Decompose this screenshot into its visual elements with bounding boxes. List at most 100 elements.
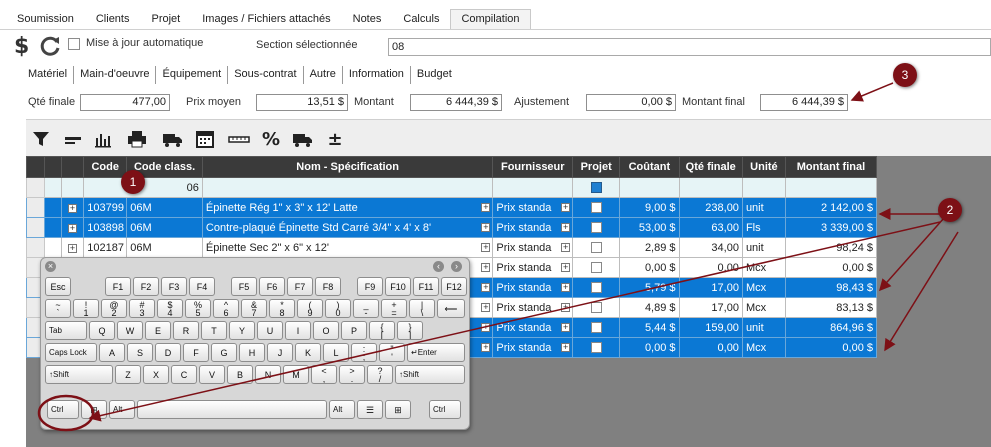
key-f8[interactable]: F8 [315,277,341,296]
keyboard-forward-icon[interactable]: › [451,261,462,272]
key-num-13[interactable]: | \ [409,299,435,318]
key-quote[interactable]: " ' [379,343,405,362]
cell-unit[interactable]: Mcx [741,257,786,278]
cell-supplier[interactable]: Prix standa + [492,217,574,238]
key-a[interactable]: A [99,343,125,362]
key-num-1[interactable]: ! 1 [73,299,99,318]
key-u[interactable]: U [257,321,283,340]
key-enter[interactable]: ↵Enter [407,343,465,362]
cell-cost[interactable]: 9,00 $ [619,197,680,218]
key-e[interactable]: E [145,321,171,340]
name-expand-icon[interactable]: + [481,203,491,212]
col-qty[interactable]: Qté finale [678,156,743,178]
key-h[interactable]: H [239,343,265,362]
keyboard-close-icon[interactable]: × [45,261,56,272]
cell-unit[interactable]: unit [741,197,786,218]
tab-clients[interactable]: Clients [85,9,141,29]
plus-minus-icon[interactable]: ± [324,128,346,150]
subtab-5[interactable]: Information [343,66,411,84]
cell-code-class[interactable]: 06M [126,197,203,218]
key-num-2[interactable]: @2 [101,299,127,318]
cell-amount[interactable]: 98,43 $ [784,277,878,298]
tab-projet[interactable]: Projet [140,9,191,29]
col-project[interactable]: Projet [572,156,621,178]
key-f11[interactable]: F11 [413,277,439,296]
subtab-2[interactable]: Équipement [156,66,229,84]
key-num-3[interactable]: #3 [129,299,155,318]
supplier-expand-icon[interactable]: + [561,263,571,272]
key-space[interactable] [137,400,327,419]
refresh-icon[interactable] [38,34,62,61]
cell-supplier[interactable]: Prix standa + [492,197,574,218]
section-input[interactable]: 08 [388,38,991,56]
key-g[interactable]: G [211,343,237,362]
key-f5[interactable]: F5 [231,277,257,296]
key-v[interactable]: V [199,365,225,384]
name-expand-icon[interactable]: + [481,303,491,312]
key-comma[interactable]: <, [311,365,337,384]
key-right-shift[interactable]: ↑Shift [395,365,465,384]
cell-name[interactable]: Épinette Sec 2" x 6" x 12' + [201,237,494,258]
key-b[interactable]: B [227,365,253,384]
tab-notes[interactable]: Notes [342,9,393,29]
cell-supplier[interactable]: Prix standa + [492,237,574,258]
key-windows-icon[interactable]: ⊞ [81,400,107,419]
key-w[interactable]: W [117,321,143,340]
cell-qty[interactable]: 34,00 [678,237,743,258]
cell-amount[interactable]: 864,96 $ [784,317,878,338]
key-bracket-close[interactable]: }] [397,321,423,340]
percent-icon[interactable]: % [260,128,282,150]
qte-finale-field[interactable]: 477,00 [80,94,170,111]
project-checkbox[interactable] [590,342,602,354]
key-f4[interactable]: F4 [189,277,215,296]
cell-qty[interactable]: 17,00 [678,277,743,298]
cell-unit[interactable]: unit [741,237,786,258]
key-semicolon[interactable]: :; [351,343,377,362]
key-num-7[interactable]: & 7 [241,299,267,318]
key-i[interactable]: I [285,321,311,340]
key-left-alt[interactable]: Alt [109,400,135,419]
cell-supplier[interactable]: Prix standa + [492,297,574,318]
key-period[interactable]: >. [339,365,365,384]
key-z[interactable]: Z [115,365,141,384]
subtab-6[interactable]: Budget [411,66,458,84]
ruler-icon[interactable] [228,128,250,150]
key-d[interactable]: D [155,343,181,362]
key-f9[interactable]: F9 [357,277,383,296]
key-n[interactable]: N [255,365,281,384]
key-c[interactable]: C [171,365,197,384]
tab-images-fichiers-attach-s[interactable]: Images / Fichiers attachés [191,9,341,29]
project-checkbox[interactable] [590,222,602,234]
project-checkbox[interactable] [590,302,602,314]
tab-calculs[interactable]: Calculs [392,9,450,29]
group-row[interactable]: 06 [25,177,878,198]
key-num-9[interactable]: (9 [297,299,323,318]
key-f2[interactable]: F2 [133,277,159,296]
project-checkbox[interactable] [590,242,602,254]
key-f6[interactable]: F6 [259,277,285,296]
minus-line-icon[interactable] [62,128,84,150]
calendar-icon[interactable] [194,128,216,150]
key-f3[interactable]: F3 [161,277,187,296]
key-f[interactable]: F [183,343,209,362]
key-f10[interactable]: F10 [385,277,411,296]
prix-moyen-field[interactable]: 13,51 $ [256,94,348,111]
cell-qty[interactable]: 238,00 [678,197,743,218]
cell-qty[interactable]: 159,00 [678,317,743,338]
key-l[interactable]: L [323,343,349,362]
cell-name[interactable]: Contre-plaqué Épinette Std Carré 3/4" x … [201,217,494,238]
key-s[interactable]: S [127,343,153,362]
key-right-alt[interactable]: Alt [329,400,355,419]
cell-code[interactable]: 102187 [83,237,128,258]
subtab-4[interactable]: Autre [304,66,343,84]
key-r[interactable]: R [173,321,199,340]
key-caps-lock[interactable]: Caps Lock [45,343,97,362]
key-left-ctrl[interactable]: Ctrl [47,400,79,419]
truck-icon[interactable] [292,128,314,150]
cell-code[interactable]: 103799 [83,197,128,218]
cell-amount[interactable]: 0,00 $ [784,257,878,278]
supplier-expand-icon[interactable]: + [561,343,571,352]
key-f7[interactable]: F7 [287,277,313,296]
truck-add-icon[interactable] [162,128,184,150]
montant-field[interactable]: 6 444,39 $ [410,94,502,111]
